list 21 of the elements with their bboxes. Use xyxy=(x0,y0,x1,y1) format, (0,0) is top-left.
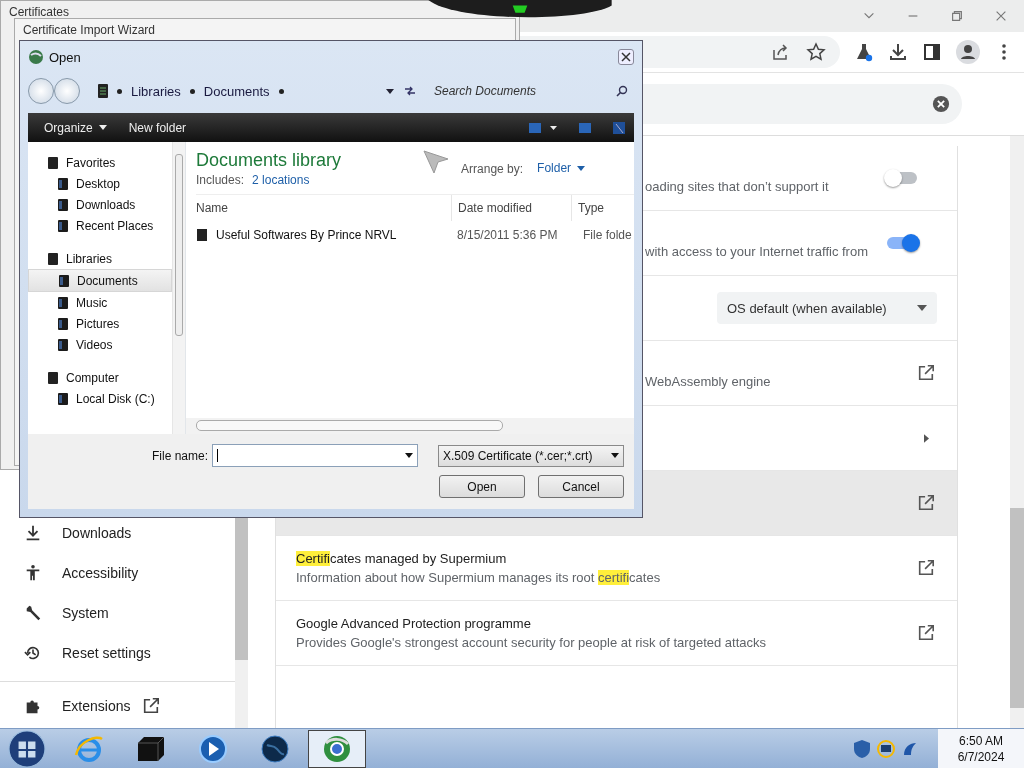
sidebar-label: Extensions xyxy=(62,698,131,714)
file-name: Useful Softwares By Prince NRVL xyxy=(216,228,397,242)
includes-label: Includes: xyxy=(196,173,245,187)
setting-description: oading sites that don’t support it xyxy=(645,178,830,194)
window-title: Certificate Import Wizard xyxy=(23,23,156,37)
window-title: Open xyxy=(49,49,81,65)
setting-title: Certificates managed by Supermium xyxy=(296,551,508,566)
setting-title: Google Advanced Protection programme xyxy=(296,616,532,631)
arrange-label: Arrange by: xyxy=(461,162,524,176)
sidebar-label: Reset settings xyxy=(62,645,151,661)
window-title: Certificates xyxy=(9,5,70,19)
file-name-label: File name: xyxy=(151,448,208,463)
file-date: 8/15/2011 5:36 PM xyxy=(456,228,559,242)
file-type: File folde xyxy=(582,228,633,242)
setting-description: with access to your Internet traffic from xyxy=(645,243,869,259)
setting-description: WebAssembly engine xyxy=(645,373,772,389)
sidebar-label: Downloads xyxy=(62,525,132,541)
sidebar-label: Accessibility xyxy=(62,565,139,581)
setting-description: Provides Google's strongest account security for people at risk of targeted attacks xyxy=(296,635,767,650)
sidebar-label: System xyxy=(62,605,109,621)
library-title: Documents library xyxy=(196,150,342,171)
